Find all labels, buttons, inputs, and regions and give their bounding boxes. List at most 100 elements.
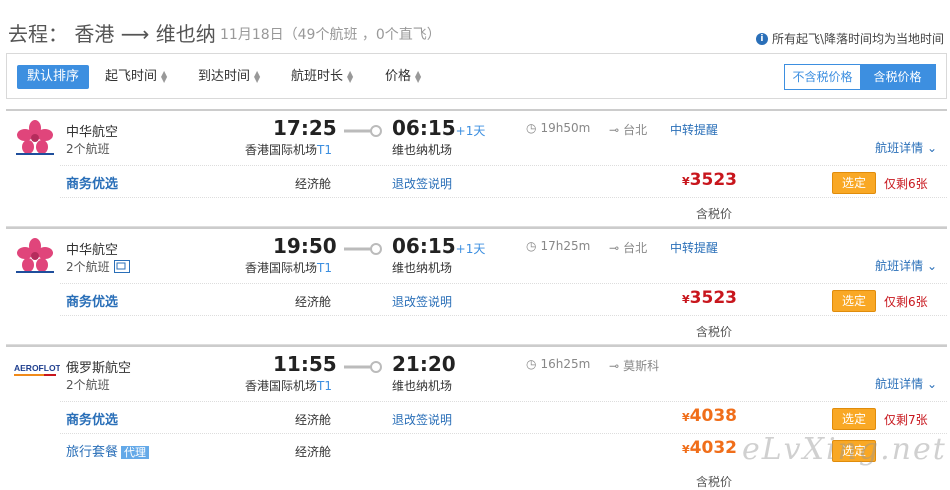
arrival-time: 06:15+1天 [392,234,485,258]
departure-time: 11:55 [273,352,337,376]
select-button[interactable]: 选定 [832,408,876,430]
stopover-icon: ⊸ [609,358,620,373]
fare-label[interactable]: 商务优选 [66,173,118,192]
cabin-class: 经济舱 [295,413,332,427]
sort-bar: 默认排序 起飞时间 ▲ ▼ 到达时间 ▲ ▼ 航班时长 ▲ ▼ 价格 ▲ ▼ 不含税价格 含税价… [6,53,947,99]
duration-text: 19h50m [540,121,591,135]
tax-toggle: 不含税价格 含税价格 [784,64,936,90]
refund-policy-link[interactable]: 退改签说明 [392,293,452,310]
stopover-city: 莫斯科 [623,359,660,373]
sort-price-label: 价格 [385,69,412,84]
flight-arrow-icon [344,243,382,255]
plus-day: +1天 [455,124,486,138]
flight-duration: ◷ 19h50m [526,121,590,135]
tax-included-note: 含税价 [696,207,733,221]
transfer-reminder-link[interactable]: 中转提醒 [670,121,718,138]
watermark: eLvXing.net [742,432,947,467]
select-button[interactable]: 选定 [832,172,876,194]
stopover: ⊸ 台北 [609,121,647,138]
arrival-time-value: 06:15 [392,116,456,140]
fare-price: ¥3523 [682,288,737,308]
flight-details-label: 航班详情 [875,141,924,155]
timezone-note-text: 所有起飞\降落时间均为当地时间 [771,32,944,46]
sort-updown-icon: ▲ ▼ [415,68,422,84]
seats-remaining: 仅剩6张 [884,295,928,309]
flight-duration: ◷ 17h25m [526,239,590,253]
flight-details-link[interactable]: 航班详情 ⌄ [875,257,937,274]
flight-count: 2个航班 [66,258,130,275]
sort-updown-icon: ▲ ▼ [161,68,168,84]
clock-icon: ◷ [526,239,537,253]
airline-name: 中华航空 [66,125,119,140]
tax-exclusive-button[interactable]: 不含税价格 [785,65,860,89]
flight-arrow-icon [344,125,382,137]
flight-details-label: 航班详情 [875,377,924,391]
cabin-class: 经济舱 [295,295,332,309]
sort-arrival-time[interactable]: 到达时间 ▲ ▼ [198,65,260,89]
sort-departure-label: 起飞时间 [105,69,158,84]
transfer-reminder-link[interactable]: 中转提醒 [670,239,718,256]
departure-terminal: T1 [317,143,332,157]
sort-updown-icon: ▲ ▼ [347,68,354,84]
sort-arrival-label: 到达时间 [198,69,251,84]
arrival-time: 06:15+1天 [392,116,485,140]
departure-terminal: T1 [317,261,332,275]
airline-name: 俄罗斯航空 [66,361,132,376]
row-divider [60,197,947,198]
duration-text: 16h25m [540,357,591,371]
refund-policy-link[interactable]: 退改签说明 [392,175,452,192]
fare-price: ¥4032 [682,438,737,458]
sort-price[interactable]: 价格 ▲ ▼ [385,65,421,89]
flight-count-text: 2个航班 [66,142,110,156]
aeroflot-logo: AEROFLOT [14,361,62,399]
route-title: 去程： 香港 ⟶ 维也纳 [8,22,216,46]
departure-terminal: T1 [317,379,332,393]
clock-icon: ◷ [526,121,537,135]
departure-airport: 香港国际机场T1 [245,141,332,158]
fare-price: ¥3523 [682,170,737,190]
select-button[interactable]: 选定 [832,290,876,312]
departure-airport-name: 香港国际机场 [245,261,318,275]
arrival-airport: 维也纳机场 [392,379,453,393]
departure-time: 19:50 [273,234,337,258]
fare-label[interactable]: 商务优选 [66,291,118,310]
airline-name: 中华航空 [66,243,119,258]
timezone-note: i 所有起飞\降落时间均为当地时间 [755,30,944,47]
flight-details-link[interactable]: 航班详情 ⌄ [875,139,937,156]
china-airlines-logo [14,119,56,157]
currency-symbol: ¥ [682,443,690,456]
chevron-down-icon: ⌄ [926,259,937,273]
stopover: ⊸ 莫斯科 [609,357,659,374]
china-airlines-logo [14,237,56,275]
flight-card: 中华航空 2个航班 17:25 香港国际机场T1 06:15+1天 维也纳机场 … [6,109,947,227]
fare-label[interactable]: 商务优选 [66,409,118,428]
flight-count-text: 2个航班 [66,378,110,392]
currency-symbol: ¥ [682,411,690,424]
fare-label[interactable]: 旅行套餐 代理 [66,441,150,460]
stopover-city: 台北 [623,241,648,255]
refund-policy-link[interactable]: 退改签说明 [392,411,452,428]
flight-details-label: 航班详情 [875,259,924,273]
tax-inclusive-button[interactable]: 含税价格 [860,65,935,89]
plus-day: +1天 [455,242,486,256]
sort-duration[interactable]: 航班时长 ▲ ▼ [291,65,353,89]
cabin-class: 经济舱 [295,177,332,191]
flight-count: 2个航班 [66,376,110,393]
tax-included-note: 含税价 [696,325,733,339]
flight-details-link[interactable]: 航班详情 ⌄ [875,375,937,392]
row-divider [60,165,947,166]
flight-card: 中华航空 2个航班 19:50 香港国际机场T1 06:15+1天 维也纳机场 … [6,227,947,345]
flight-count: 2个航班 [66,140,110,157]
chevron-down-icon: ⌄ [926,141,937,155]
price-value: 3523 [689,170,737,190]
sort-default[interactable]: 默认排序 [17,65,90,89]
departure-airport-name: 香港国际机场 [245,379,318,393]
sort-departure-time[interactable]: 起飞时间 ▲ ▼ [105,65,167,89]
route-summary: 11月18日（49个航班 ，0个直飞） [220,27,441,43]
seats-remaining: 仅剩7张 [884,413,928,427]
departure-time: 17:25 [273,116,337,140]
row-divider [60,315,947,316]
arrival-airport: 维也纳机场 [392,143,453,157]
fare-price: ¥4038 [682,406,737,426]
tax-included-note: 含税价 [696,475,733,489]
